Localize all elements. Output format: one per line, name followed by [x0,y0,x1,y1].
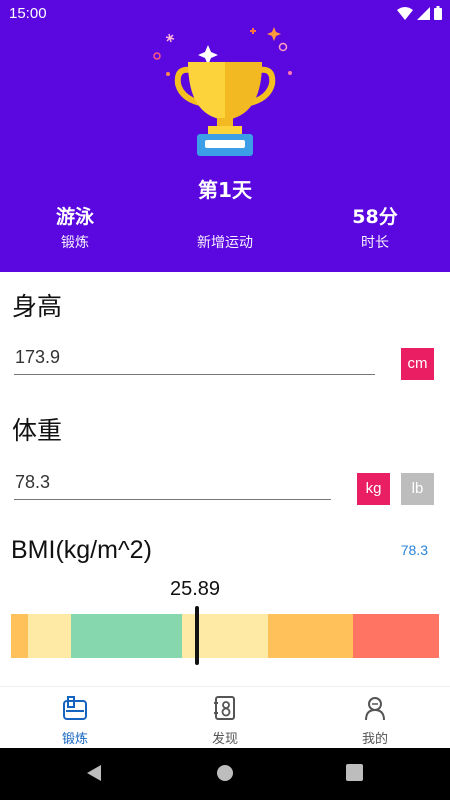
height-input[interactable]: 173.9 [14,343,375,375]
bmi-scale-bar [11,614,439,658]
bmi-scale-segment [11,614,29,658]
stat-exercise: 游泳 锻炼 [15,202,135,252]
wifi-icon [397,6,413,20]
nav-tab-discover[interactable]: 发现 [180,695,270,747]
weight-title: 体重 [12,416,63,445]
stat-duration: 58分 时长 [315,202,435,252]
exercise-icon [63,696,87,720]
system-navigation-bar [0,748,450,800]
profile-icon [365,697,385,721]
bmi-pointer [195,606,200,665]
nav-tab-profile[interactable]: 我的 [330,695,420,747]
battery-icon [434,6,442,20]
height-title: 身高 [12,292,63,321]
discover-icon [214,696,235,720]
bmi-scale-segment [70,614,183,658]
weight-unit-lb-button[interactable]: lb [401,473,434,505]
workout-summary-header: 第1天 游泳 锻炼 新增运动 58分 时长 [0,26,450,272]
stat-exercise-value: 游泳 [55,206,94,228]
nav-tab-profile-label: 我的 [361,732,388,747]
nav-tab-exercise[interactable]: 锻炼 [30,695,120,747]
bmi-scale-segment [28,614,71,658]
weight-unit-kg-button[interactable]: kg [357,473,390,505]
bmi-weight-readout: 78.3 [400,542,428,558]
status-icons [397,6,442,20]
bmi-scale-segment [353,614,439,658]
back-icon[interactable] [86,764,102,782]
home-icon[interactable] [216,764,234,782]
stat-duration-label: 时长 [361,235,389,251]
stat-new-sport-label: 新增运动 [197,235,253,251]
bmi-scale-segment [267,614,354,658]
weight-input[interactable]: 78.3 [14,468,331,500]
status-bar: 15:00 [0,0,450,26]
recents-icon[interactable] [346,764,363,781]
stat-new-sport[interactable]: 新增运动 [165,202,285,252]
bottom-navigation: 锻炼 发现 我的 [0,686,450,748]
height-unit-cm-button[interactable]: cm [401,348,434,380]
nav-tab-discover-label: 发现 [211,732,238,747]
status-time: 15:00 [9,5,47,22]
nav-tab-exercise-label: 锻炼 [61,732,88,747]
signal-icon [417,6,430,20]
stat-duration-value: 58分 [352,206,398,228]
bmi-title: BMI(kg/m^2) [11,536,152,564]
day-counter: 第1天 [198,178,252,202]
stat-new-sport-value [165,202,285,228]
trophy-icon [153,27,292,156]
stat-exercise-label: 锻炼 [61,235,89,251]
bmi-value: 25.89 [170,578,221,600]
